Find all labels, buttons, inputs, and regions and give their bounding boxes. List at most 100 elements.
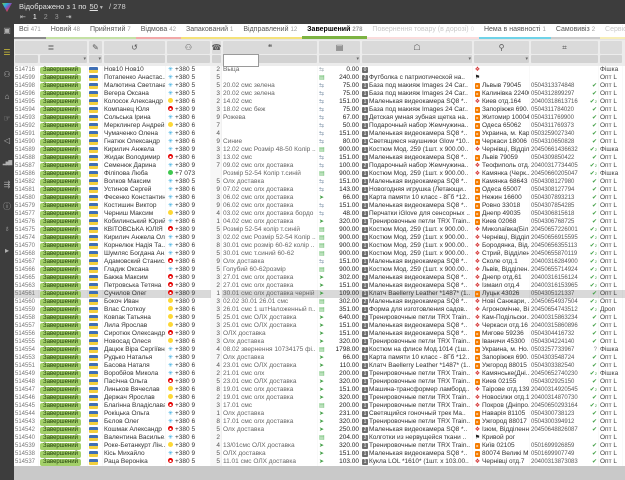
order-comment[interactable]: 11.01 смс ОЛХ доставка bbox=[222, 458, 318, 466]
customer-name[interactable]: Волков Максим bbox=[103, 178, 166, 186]
customer-phone[interactable]: +380 6 bbox=[166, 386, 211, 394]
customer-phone[interactable]: ✳+380 6 bbox=[166, 130, 211, 138]
tracking-number[interactable]: 0504308127980✔ bbox=[530, 178, 599, 186]
status-badge[interactable]: Завершений bbox=[40, 251, 81, 258]
order-comment[interactable]: 30.01 смс т.синий 60-62 bbox=[222, 250, 318, 258]
customer-phone[interactable]: ✳+380 6 bbox=[166, 218, 211, 226]
filter-dropdown-icon[interactable]: ▾ bbox=[98, 57, 101, 62]
customer-name[interactable]: Дацюк Віра Сергіївна bbox=[103, 346, 166, 354]
table-row[interactable]: 514551ЗавершенийБасова Наталя✳+380 6423.… bbox=[14, 362, 625, 370]
product-cell[interactable]: 1Форма для изготовления садов.. bbox=[361, 306, 473, 314]
customer-phone[interactable]: +380 6 bbox=[166, 122, 211, 130]
customer-name[interactable]: Філіпова Люба bbox=[103, 170, 166, 178]
orders-list-icon[interactable]: ☰ bbox=[0, 42, 14, 64]
order-comment[interactable]: 04.02 смс олх доставка bbox=[222, 218, 318, 226]
product-cell[interactable]: 0 bbox=[361, 66, 473, 74]
order-comment[interactable] bbox=[222, 434, 318, 442]
order-comment[interactable]: 26.01 смс 1 штНаложенный п.. bbox=[222, 306, 318, 314]
comment-icon[interactable]: ❝ bbox=[223, 41, 317, 54]
table-row[interactable]: 514568ЗавершенийШумляс Богдана Ан..✳+380… bbox=[14, 250, 625, 258]
table-row[interactable]: 514587ЗавершенийСеменюк Дарина✳+380 9709… bbox=[14, 162, 625, 170]
product-cell[interactable]: 1Маленькая видеокамера SQ8 *.. bbox=[361, 282, 473, 290]
customer-name[interactable]: Корнелюк Надія Та.. bbox=[103, 242, 166, 250]
delivery-cell[interactable]: ❖Чернівці отд.7 bbox=[473, 458, 530, 466]
delivery-cell[interactable]: ❖Чернівці, Відділ.. bbox=[473, 146, 530, 154]
table-row[interactable]: 514556ЗавершенийСиротюк Олександр+380 93… bbox=[14, 330, 625, 338]
product-cell[interactable]: 1Костюм Мод. 259 (1шт. х 900.00.. bbox=[361, 234, 473, 242]
settings-sliders-icon[interactable]: ⇶ bbox=[0, 174, 14, 196]
product-cell[interactable]: 1Костюм Мод. 259 (1шт. х 900.00.. bbox=[361, 250, 473, 258]
product-cell[interactable]: 1Тренировочные петли TRX Train.. bbox=[361, 218, 473, 226]
table-row[interactable]: 514581ЗавершенийУстинов Сергей✳+380 6907… bbox=[14, 186, 625, 194]
table-row[interactable]: 514596ЗавершенийВегера Оксана✳+380 5320.… bbox=[14, 90, 625, 98]
column-filter[interactable] bbox=[104, 55, 165, 63]
filter-text-input[interactable] bbox=[223, 54, 259, 67]
customer-phone[interactable]: ✳+380 5 bbox=[166, 178, 211, 186]
order-comment[interactable]: 27.01 смс олх доставка bbox=[222, 274, 318, 282]
tracking-number[interactable]: 0504304416732✔ bbox=[530, 330, 599, 338]
delivery-cell[interactable]: Луцьк 43026 bbox=[473, 290, 530, 298]
table-row[interactable]: 514591ЗавершенийЧумаченко Олена✳+380 64⇆… bbox=[14, 130, 625, 138]
delivery-cell[interactable]: Львів 79059 bbox=[473, 154, 530, 162]
delivery-cell[interactable]: ❖Камянське(Дні.. bbox=[473, 370, 530, 378]
customer-name[interactable]: Роке-Бетанкурт Лін.. bbox=[103, 442, 166, 450]
customer-phone[interactable]: +7 073 bbox=[166, 170, 211, 178]
customer-name[interactable]: Адамовский Станис.. bbox=[103, 258, 166, 266]
customer-name[interactable]: Благінна Владіслава bbox=[103, 402, 166, 410]
tracking-number[interactable]: 20400316153965✔2 bbox=[530, 282, 599, 290]
customer-name[interactable]: Валентина Василье.. bbox=[103, 434, 166, 442]
table-row[interactable]: 514563ЗавершенийПетровська Тетяна+380 92… bbox=[14, 282, 625, 290]
bank-icon[interactable]: ⌂ bbox=[0, 86, 14, 108]
order-comment[interactable]: 30.01 смс розмір 60-62 колір .. bbox=[222, 242, 318, 250]
tracking-number[interactable]: 0504304224140✔ bbox=[530, 338, 599, 346]
table-row[interactable]: 514538ЗавершенийКісь Михайло✳+380 95ОЛХ … bbox=[14, 450, 625, 458]
tracking-number[interactable]: 20450654743512✔2 bbox=[530, 306, 599, 314]
delivery-cell[interactable]: ❖Чернівці, Відділ.. bbox=[473, 234, 530, 242]
order-comment[interactable]: 07.02 смс олх доставка bbox=[222, 186, 318, 194]
tracking-number[interactable]: 0504308127794✔ bbox=[530, 186, 599, 194]
customer-name[interactable]: Нов10 Нов10 bbox=[103, 66, 166, 74]
status-badge[interactable]: Завершений bbox=[40, 115, 81, 122]
order-comment[interactable]: 30.01 смс олх доставка черній bbox=[222, 290, 318, 298]
table-row[interactable]: 514577ЗавершенийЧерниш Максим+380 9403.0… bbox=[14, 210, 625, 218]
table-row[interactable]: 514558ЗавершенийКовпак Татьяна+380 9525.… bbox=[14, 314, 625, 322]
table-row[interactable]: 514555ЗавершенийНовосад Олеся+380 63Олх … bbox=[14, 338, 625, 346]
tracking-number[interactable]: 0504303548724✔ bbox=[530, 354, 599, 362]
phone-icon[interactable]: ☎ bbox=[212, 41, 221, 54]
table-row[interactable]: 514554ЗавершенийДацюк Віра Сергіївна✳+38… bbox=[14, 346, 625, 354]
product-cell[interactable]: 1Тренировочные петли TRX Train.. bbox=[361, 338, 473, 346]
customer-phone[interactable]: +380 9 bbox=[166, 402, 211, 410]
product-cell[interactable]: 1Клатч Baellerry Leather *1487* (1.. bbox=[361, 362, 473, 370]
customer-phone[interactable]: ✳+380 9 bbox=[166, 250, 211, 258]
product-cell[interactable]: 1Тренировочные петли TRX Train.. bbox=[361, 394, 473, 402]
status-badge[interactable]: Завершений bbox=[40, 323, 81, 330]
status-badge[interactable]: Завершений bbox=[40, 363, 81, 370]
status-badge[interactable]: Завершений bbox=[40, 195, 81, 202]
status-badge[interactable]: Завершений bbox=[40, 131, 81, 138]
table-row[interactable]: 514598ЗавершенийМалютина Светлана✳+380 5… bbox=[14, 82, 625, 90]
customer-name[interactable]: Пасічна Ольга bbox=[103, 378, 166, 386]
delivery-cell[interactable]: ❖Покров (Дніпро.. bbox=[473, 402, 530, 410]
status-badge[interactable]: Завершений bbox=[40, 211, 81, 218]
product-cell[interactable]: 1Маленькая видеокамера SQ8 *.. bbox=[361, 322, 473, 330]
order-comment[interactable]: Розмір 52-54 Колір т.синій bbox=[222, 170, 318, 178]
customer-name[interactable]: Кирилич Анжела Ол.. bbox=[103, 234, 166, 242]
customer-phone[interactable]: +380 5 bbox=[166, 426, 211, 434]
customer-name[interactable]: Семенюк Дарина bbox=[103, 162, 166, 170]
delivery-cell[interactable]: ❖Миколаївка(Біл.. bbox=[473, 226, 530, 234]
order-comment[interactable]: 06.02 смс олх доставка bbox=[222, 202, 318, 210]
delivery-cell[interactable]: Іваничи 45300 bbox=[473, 338, 530, 346]
order-comment[interactable]: 03.02 смс олх доставка бордо bbox=[222, 210, 318, 218]
customer-name[interactable]: Малютина Светлана bbox=[103, 82, 166, 90]
customer-phone[interactable]: ✳+380 6 bbox=[166, 418, 211, 426]
customer-name[interactable]: Кошмак Александр bbox=[103, 426, 166, 434]
tracking-number[interactable]: 20450660205047✔2 bbox=[530, 170, 599, 178]
group-icon[interactable] bbox=[600, 41, 622, 54]
status-badge[interactable]: Завершений bbox=[40, 275, 81, 282]
product-cell[interactable]: 1Машина-трансформер ламборд.. bbox=[361, 386, 473, 394]
status-badge[interactable]: Завершений bbox=[40, 107, 81, 114]
order-comment[interactable]: 21.01 смс олх bbox=[222, 370, 318, 378]
delivery-cell[interactable]: ❖Львів, Відділен.. bbox=[473, 266, 530, 274]
delivery-cell[interactable]: 80074 Великі М.. bbox=[473, 450, 530, 458]
delivery-cell[interactable]: ❖Ізюм, Відділенн.. bbox=[473, 426, 530, 434]
